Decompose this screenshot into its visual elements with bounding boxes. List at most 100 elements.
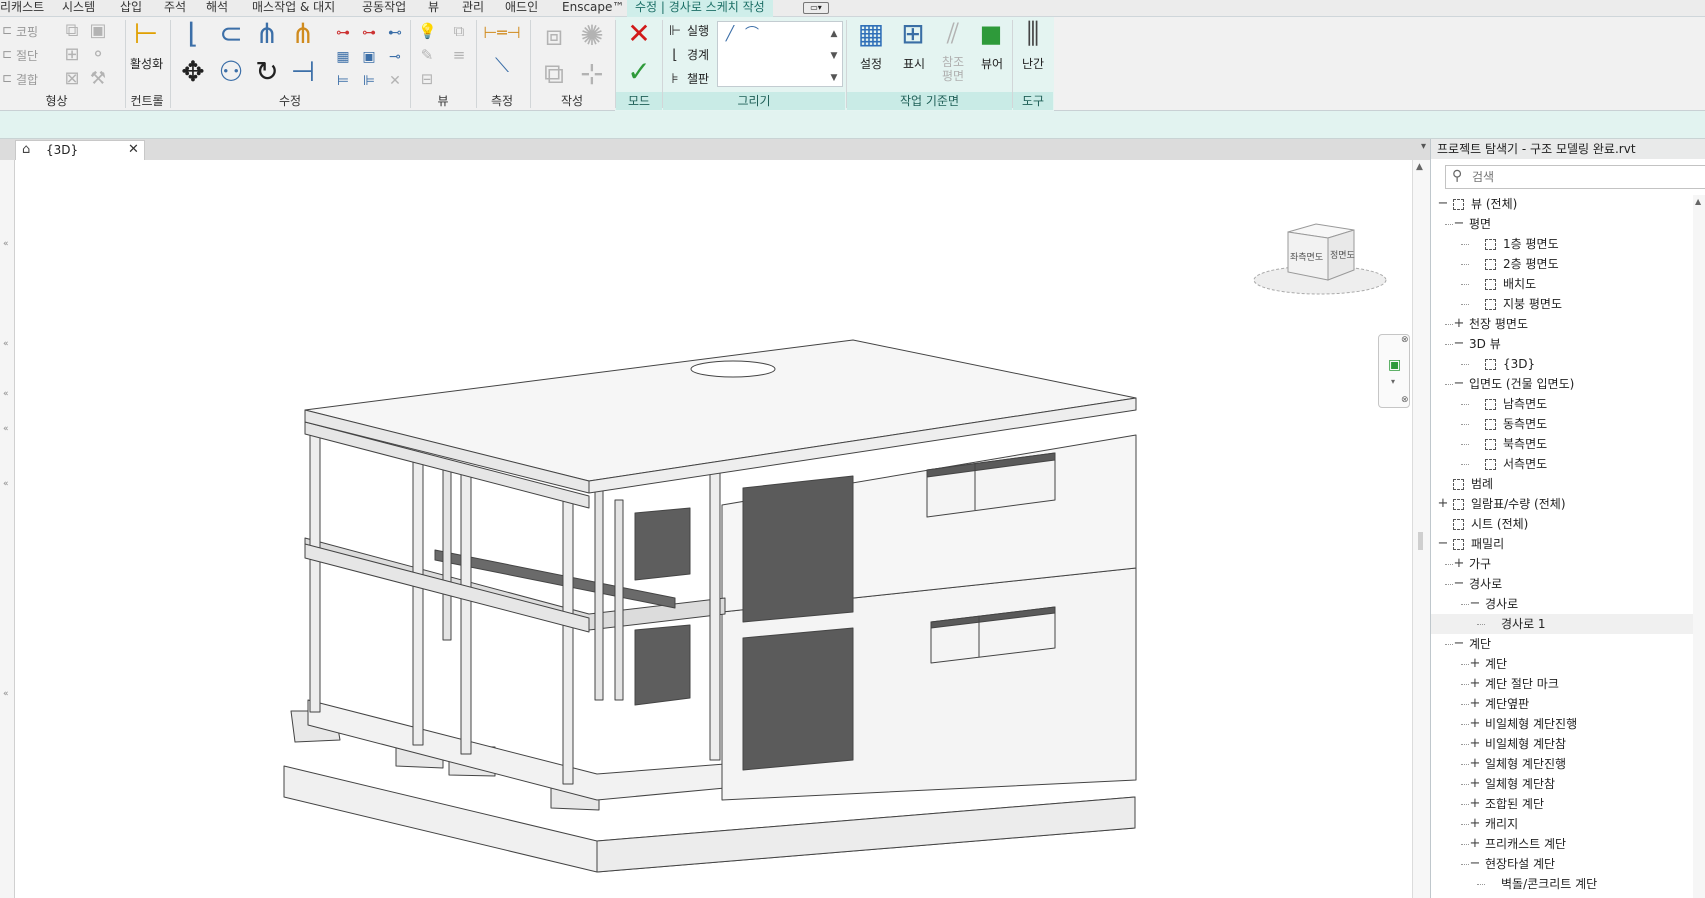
expand-icon[interactable]: + [1453,314,1465,334]
viewcube-front-face[interactable]: 정면도 [1330,248,1355,261]
drawing-canvas-3d[interactable] [15,160,1412,898]
expand-icon[interactable]: + [1437,494,1449,514]
draw-boundary-label[interactable]: 경계 [687,46,709,63]
collapse-icon[interactable]: « [3,424,9,434]
railing-icon[interactable]: ⫼ [1016,19,1050,49]
collapse-icon[interactable]: « [3,689,9,699]
scroll-down-icon[interactable]: ▼ [828,46,840,66]
collapse-icon[interactable]: − [1437,534,1449,554]
arc-icon[interactable]: ⌒ [744,24,760,44]
menu-tab-manage[interactable]: 관리 [462,0,484,17]
coping-label[interactable]: 코핑 [16,23,38,40]
properties-collapsed-strip[interactable]: ✕ « « « « « « [0,139,15,898]
collapse-icon[interactable]: − [1469,854,1481,874]
join-icon[interactable]: ⊏ [2,71,12,85]
split-face-icon[interactable]: ⊟ [418,69,436,89]
expand-icon[interactable]: + [1469,734,1481,754]
geometry-tool-icon[interactable]: ⧉ [62,21,82,41]
collapse-icon[interactable]: − [1453,214,1465,234]
geometry-tool-icon[interactable]: ⚬ [88,45,108,65]
menu-tab-enscape[interactable]: Enscape™ [562,0,624,17]
collapse-icon[interactable]: « [3,239,9,249]
draw-riser-label[interactable]: 챌판 [687,70,709,87]
geometry-tool-icon[interactable]: ▣ [88,21,108,41]
canvas-vertical-scrollbar[interactable]: ▲ [1412,160,1430,898]
scroll-up-icon[interactable]: ▲ [828,24,840,44]
context-tab-modify-ramp-sketch[interactable]: 수정 | 경사로 스케치 작성 [627,0,773,18]
browser-search-input[interactable] [1472,168,1702,186]
create-assembly-icon[interactable]: ⊹ [576,59,608,89]
workplane-show-label[interactable]: 표시 [903,55,925,72]
trim-multiple-icon[interactable]: ⊫ [360,71,378,91]
geometry-tool-icon[interactable]: ⚒ [88,69,108,89]
expand-icon[interactable]: + [1469,714,1481,734]
mirror-pick-axis-icon[interactable]: ⋔ [252,19,282,49]
building-3d-model[interactable] [15,160,1412,898]
expand-icon[interactable]: + [1469,794,1481,814]
finish-edit-mode-icon[interactable]: ✓ [622,57,656,87]
trim-extend-icon[interactable]: ⊣ [288,57,318,87]
scroll-thumb[interactable] [1418,532,1423,550]
menu-tab-view[interactable]: 뷰 [428,0,439,17]
navigation-bar[interactable]: ⊗ ▣ ▾ ⊗ [1378,334,1410,408]
settings-icon[interactable]: ⊗ [1401,395,1409,405]
scale-icon[interactable]: ▣ [360,47,378,67]
join-label[interactable]: 결합 [16,71,38,88]
line-icon[interactable]: ╱ [722,24,738,44]
viewcube-left-face[interactable]: 좌측면도 [1290,250,1323,263]
collapse-icon[interactable]: − [1437,194,1449,214]
workplane-ref-plane-label[interactable]: 참조 평면 [942,55,964,83]
scroll-up-icon[interactable]: ▲ [1416,162,1423,172]
menu-tab-systems[interactable]: 시스템 [62,0,95,17]
unpin-icon[interactable]: ⊷ [386,23,404,43]
show-workplane-icon[interactable]: ⊞ [896,19,930,49]
coping-icon[interactable]: ⊏ [2,23,12,37]
collapse-icon[interactable]: « [3,339,9,349]
gallery-expand-icon[interactable]: ▼ [828,68,840,88]
geometry-tool-icon[interactable]: ⊠ [62,69,82,89]
close-tab-icon[interactable]: ✕ [128,142,139,157]
collapse-icon[interactable]: − [1453,574,1465,594]
collapse-icon[interactable]: − [1453,634,1465,654]
split-gap-icon[interactable]: ⊶ [360,23,378,43]
view-tab-3d[interactable]: ⌂ {3D} ✕ [15,140,145,160]
create-group-icon[interactable]: ⧉ [538,59,570,89]
collapse-icon[interactable]: − [1453,374,1465,394]
workplane-viewer-label[interactable]: 뷰어 [981,55,1003,72]
copy-icon[interactable]: ⚇ [214,57,248,87]
collapse-icon[interactable]: « [3,389,9,399]
draw-tools-gallery[interactable]: ╱ ⌒ ▲ ▼ ▼ [717,21,843,87]
menu-tab-collaborate[interactable]: 공동작업 [362,0,406,17]
expand-icon[interactable]: + [1469,754,1481,774]
delete-icon[interactable]: ✕ [386,71,404,91]
zoom-region-icon[interactable]: ▣ [1388,357,1401,373]
measure-along-icon[interactable]: ⟍ [482,55,522,75]
expand-icon[interactable]: + [1469,694,1481,714]
boundary-icon[interactable]: ⌊ [666,45,684,65]
mirror-draw-axis-icon[interactable]: ⋔ [288,19,318,49]
expand-icon[interactable]: + [1469,654,1481,674]
expand-icon[interactable]: + [1469,834,1481,854]
collapse-icon[interactable]: − [1453,334,1465,354]
move-icon[interactable]: ✥ [178,57,208,87]
expand-icon[interactable]: + [1469,674,1481,694]
cut-icon[interactable]: ⊏ [2,47,12,61]
tab-list-dropdown-icon[interactable]: ▾ [1421,141,1426,152]
browser-search-box[interactable]: ⚲ [1445,165,1705,189]
expand-icon[interactable]: + [1469,814,1481,834]
set-workplane-icon[interactable]: ▦ [854,19,888,49]
workplane-set-label[interactable]: 설정 [860,55,882,72]
scroll-up-icon[interactable]: ▲ [1695,197,1701,206]
railing-label[interactable]: 난간 [1022,55,1044,72]
split-icon[interactable]: ⊶ [334,23,352,43]
expand-icon[interactable]: + [1453,554,1465,574]
expand-icon[interactable]: + [1469,774,1481,794]
create-similar-icon[interactable]: ✺ [576,21,608,51]
quick-access-dropdown[interactable]: ▭▾ [803,2,829,14]
close-icon[interactable]: ⊗ [1401,335,1409,345]
cancel-edit-mode-icon[interactable]: ✕ [622,19,656,49]
ref-plane-icon[interactable]: ⫽ [936,19,970,49]
linework-icon[interactable]: ✎ [418,45,436,65]
viewer-icon[interactable]: ◼ [974,19,1008,49]
pin-icon[interactable]: ⊸ [386,47,404,67]
